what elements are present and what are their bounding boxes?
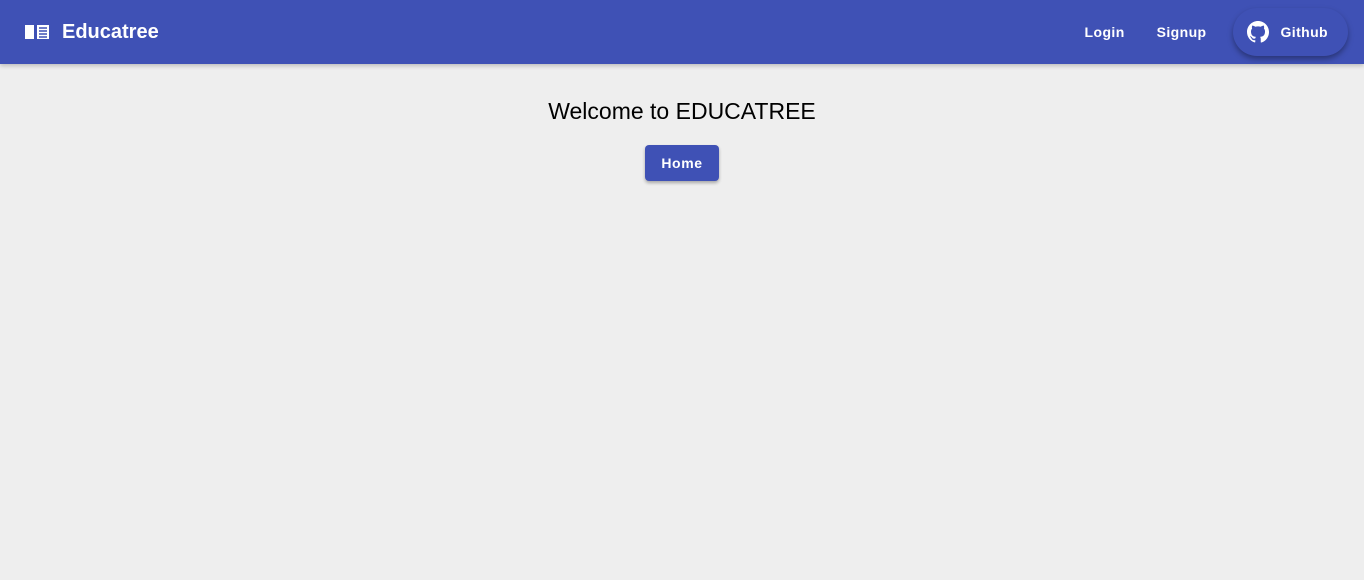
github-label: Github xyxy=(1280,24,1328,40)
app-bar: Educatree Login Signup Github xyxy=(0,0,1364,64)
github-button[interactable]: Github xyxy=(1232,8,1348,56)
github-icon xyxy=(1246,21,1269,43)
main-content: Welcome to EDUCATREE Home xyxy=(0,64,1364,181)
signup-button[interactable]: Signup xyxy=(1141,16,1223,48)
brand[interactable]: Educatree xyxy=(24,21,159,44)
login-button[interactable]: Login xyxy=(1069,16,1141,48)
book-icon xyxy=(25,25,49,39)
brand-name: Educatree xyxy=(62,20,159,43)
home-button[interactable]: Home xyxy=(645,145,719,181)
page-title: Welcome to EDUCATREE xyxy=(548,98,816,124)
